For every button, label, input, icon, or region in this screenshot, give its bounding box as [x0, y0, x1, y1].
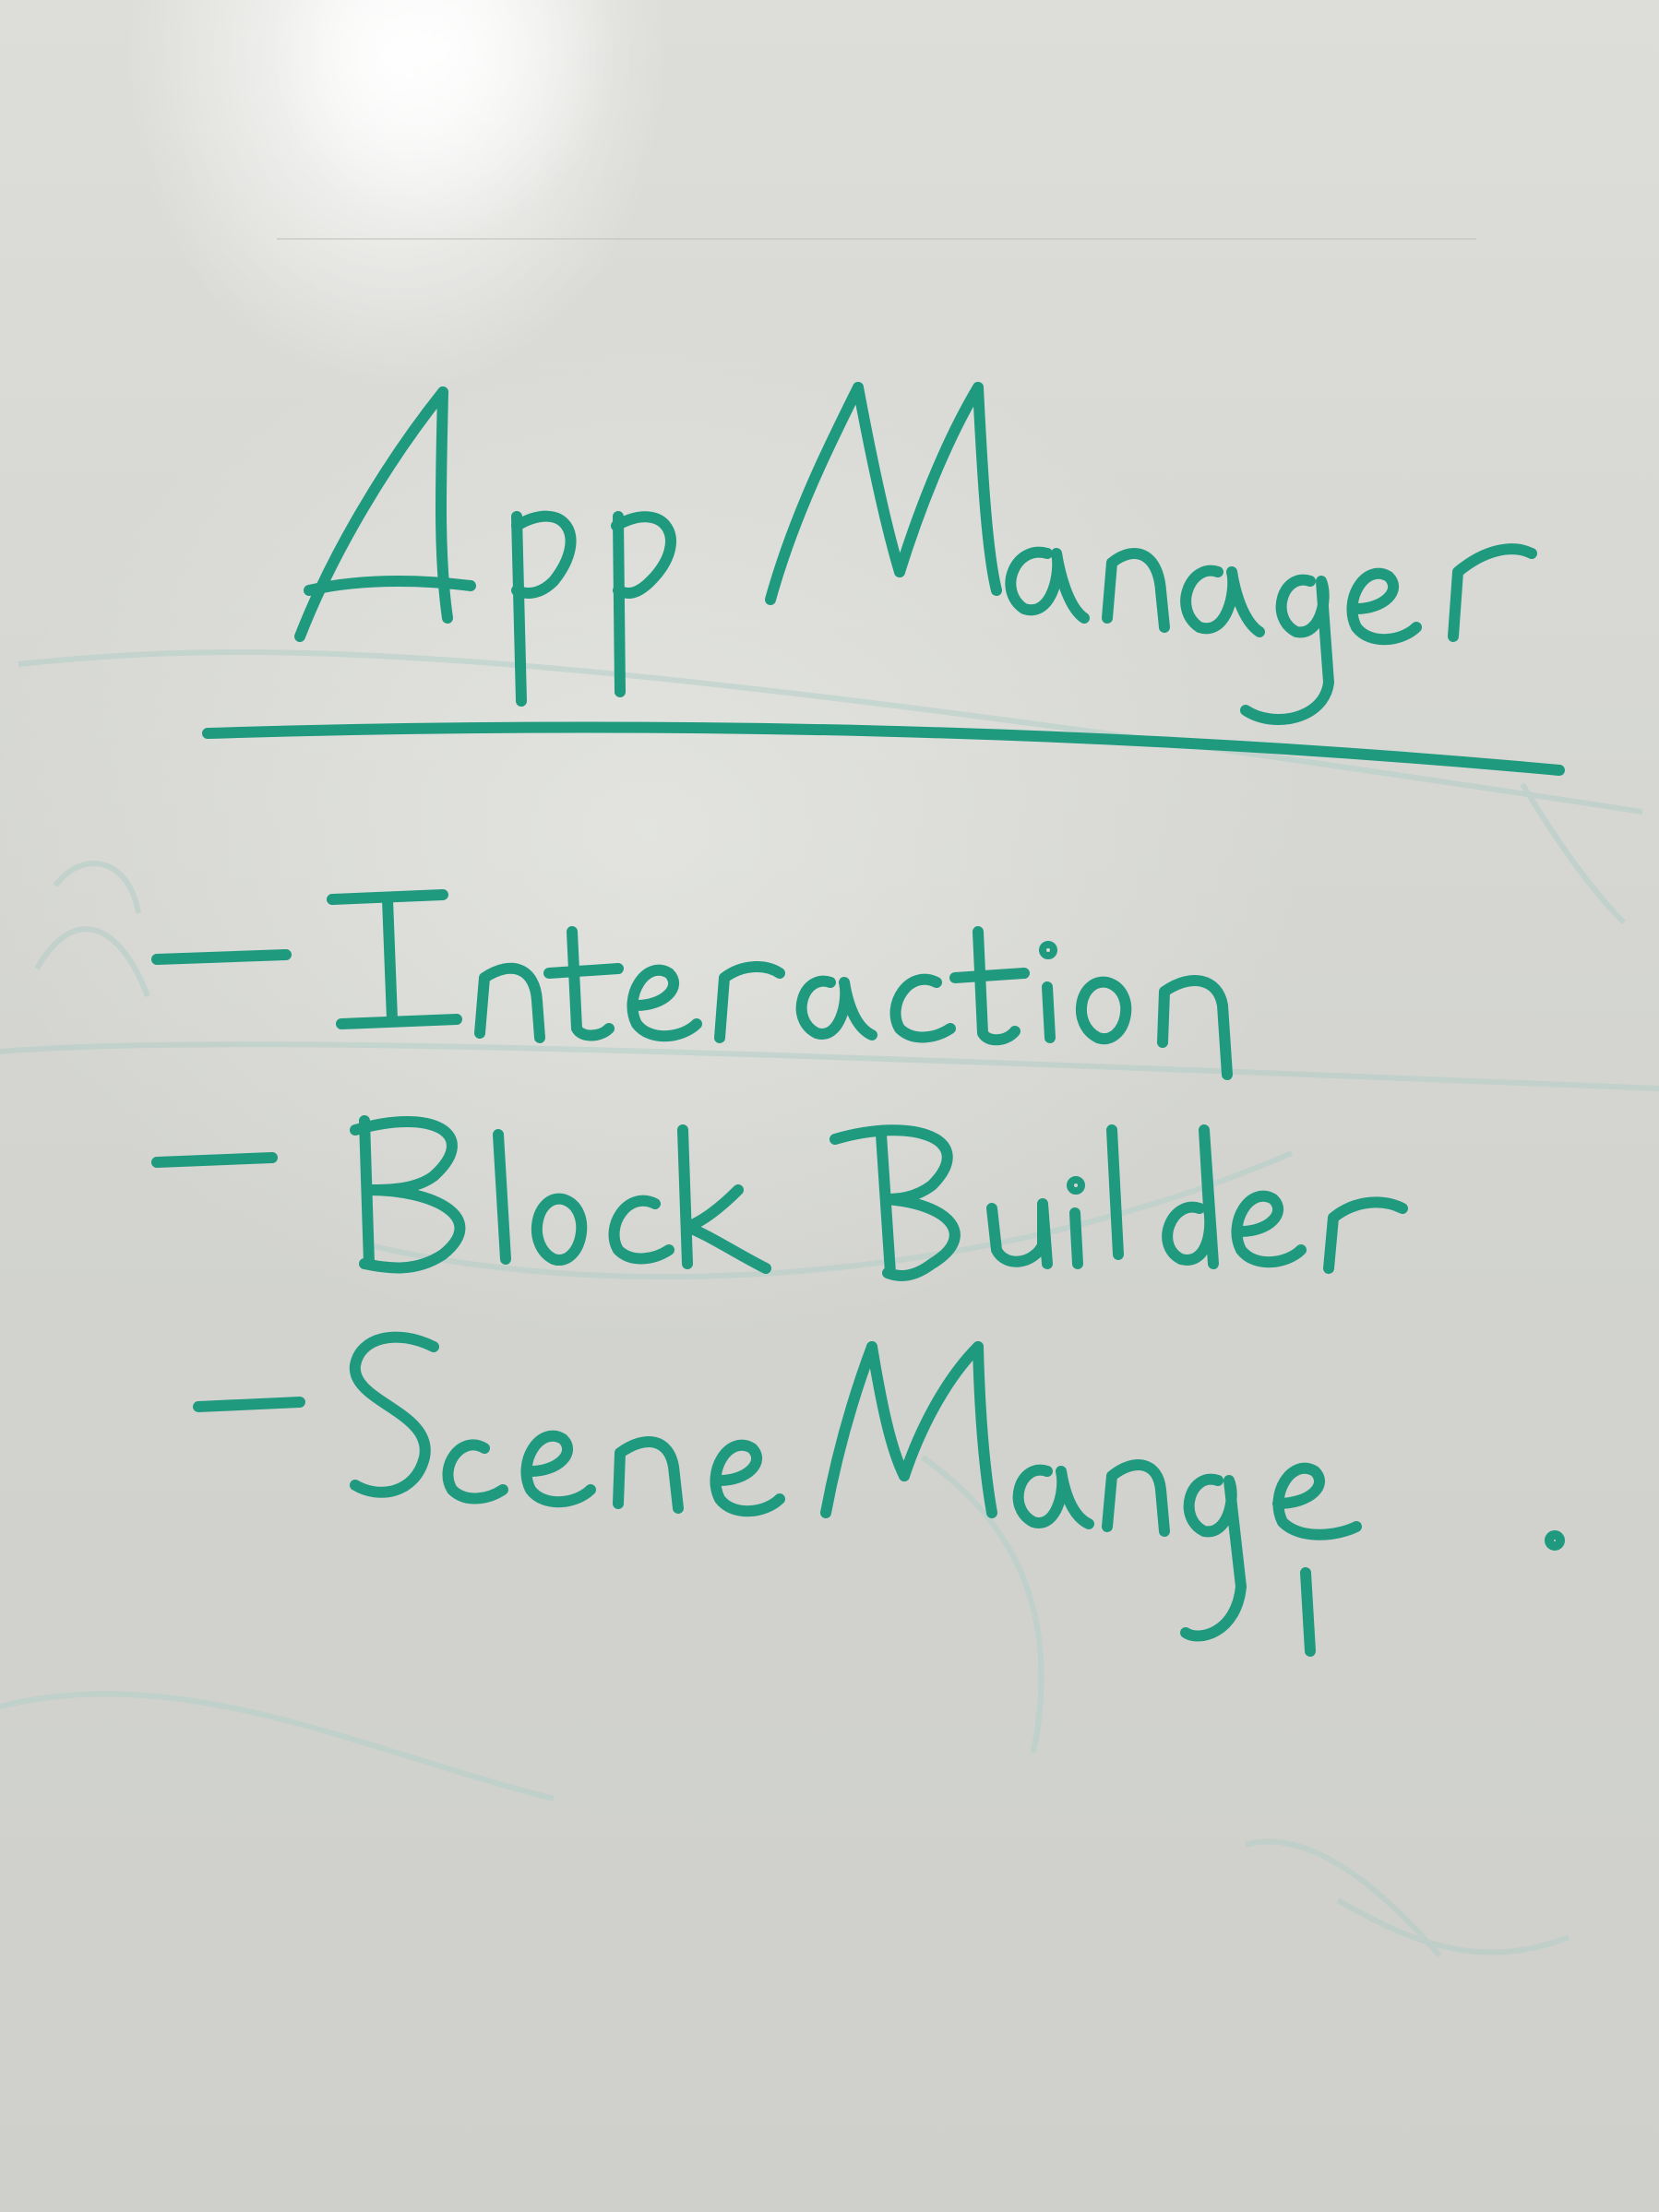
list-item-interaction [151, 889, 1233, 1080]
whiteboard: AppManager Interaction BlockBuilder Scen… [0, 0, 1659, 2212]
handwritten-title [202, 382, 1565, 776]
list-item-scenemanage [193, 1331, 1565, 1657]
handwriting [151, 382, 1565, 1657]
list-item-blockbuilder [151, 1115, 1408, 1281]
